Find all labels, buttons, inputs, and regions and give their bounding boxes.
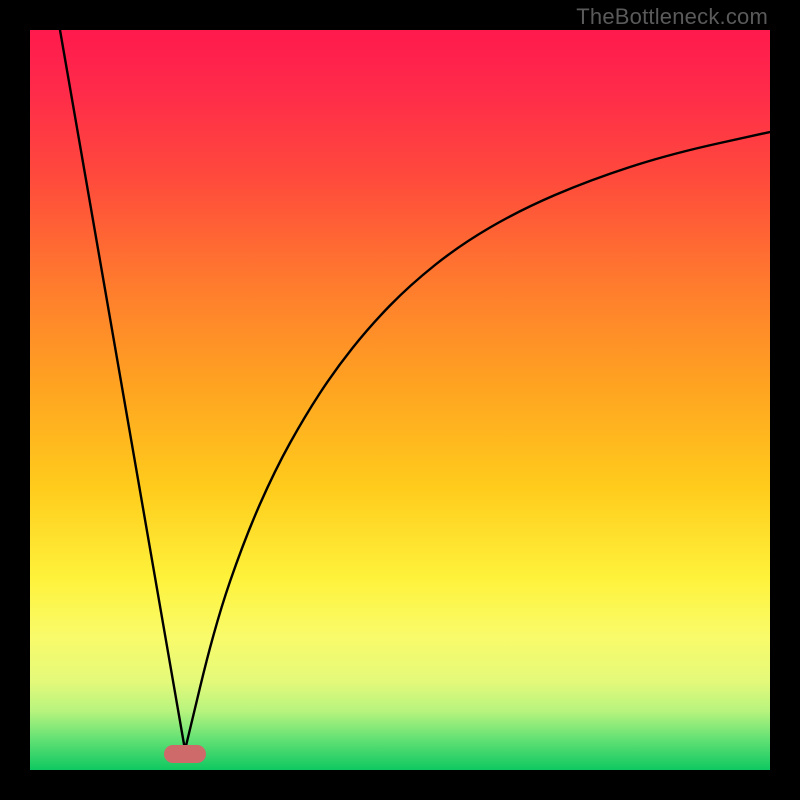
bottleneck-curve bbox=[30, 30, 770, 770]
plot-area bbox=[30, 30, 770, 770]
minimum-marker bbox=[164, 745, 206, 763]
watermark-text: TheBottleneck.com bbox=[576, 4, 768, 30]
